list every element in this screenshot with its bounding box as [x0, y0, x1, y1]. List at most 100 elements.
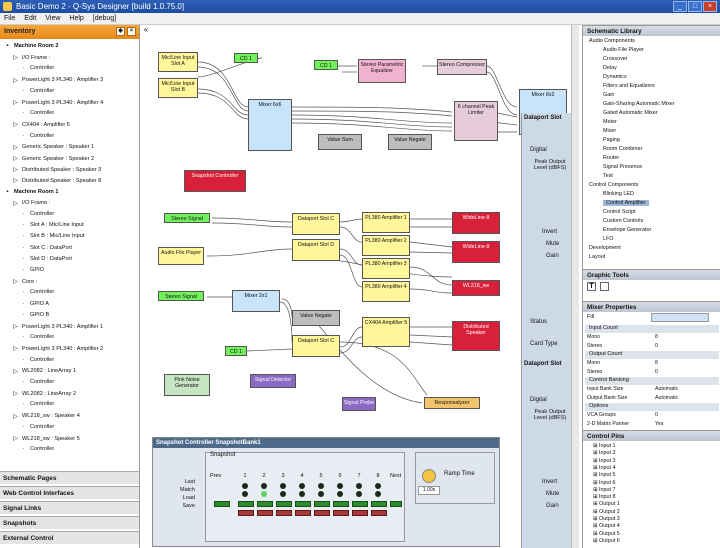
property-row[interactable]: Stereo 0	[587, 369, 719, 377]
mixer-6x6[interactable]: Mixer 6x6	[248, 99, 292, 151]
inventory-item[interactable]: ▪ Machine Room 2	[4, 43, 58, 49]
graphic-tools-header[interactable]: Graphic Tools	[583, 269, 720, 280]
library-item[interactable]: Audio Components	[589, 38, 635, 44]
inventory-item[interactable]: ▷ PowerLight 3 PL340 : Amplifier 4	[12, 99, 103, 107]
property-group-header[interactable]: Input Count	[585, 325, 719, 333]
inventory-item[interactable]: ▷ WL218_sw : Speaker 5	[12, 435, 80, 443]
inventory-item[interactable]: ▷ I/O Frame :	[12, 54, 50, 62]
control-pin-item[interactable]: ⊞ Output 5	[593, 531, 620, 537]
inventory-item[interactable]: ▷ PowerLight 3 PL340 : Amplifier 1	[12, 323, 103, 331]
dataport-slot-c[interactable]: Dataport Slot C	[292, 213, 340, 235]
control-pin-item[interactable]: ⊞ Input 1	[593, 443, 616, 449]
property-value[interactable]: 0	[655, 412, 658, 420]
pl380-amp-2[interactable]: PL380 Amplifier 2	[362, 235, 410, 256]
control-pin-item[interactable]: ⊞ Input 5	[593, 472, 616, 478]
control-pins-header[interactable]: Control Pins	[583, 430, 720, 441]
inventory-item[interactable]: · GPIO A	[20, 301, 49, 307]
library-item[interactable]: Paging	[603, 137, 620, 143]
property-value[interactable]: Automatic	[655, 395, 678, 403]
library-item[interactable]: Gain-Sharing Automatic Mixer	[603, 101, 675, 107]
control-pin-item[interactable]: ⊞ Input 7	[593, 487, 616, 493]
micline-input-b[interactable]: Mic/Line Input Slot B	[158, 78, 198, 98]
inventory-item[interactable]: ▷ Distributed Speaker : Speaker 3	[12, 166, 101, 174]
library-item[interactable]: Room Combiner	[603, 146, 642, 152]
snapshot-save-button[interactable]	[333, 510, 349, 516]
wideline-8-b[interactable]: WideLine-8	[452, 241, 500, 263]
snapshot-load-button[interactable]	[314, 501, 330, 507]
canvas-scrollbar[interactable]	[571, 25, 579, 548]
snapshot-save-button[interactable]	[295, 510, 311, 516]
section-web-control[interactable]: Web Control Interfaces	[0, 486, 139, 499]
dataport-slot-c-2[interactable]: Dataport Slot C	[292, 335, 340, 357]
inventory-item[interactable]: ▷ Distributed Speaker : Speaker 8	[12, 177, 101, 185]
cd1-block-c[interactable]: CD 1	[225, 346, 247, 356]
inventory-item[interactable]: ▷ PowerLight 3 PL340 : Amplifier 3	[12, 77, 103, 84]
library-item[interactable]: Filters and Equalizers	[603, 83, 655, 89]
stereo-compressor[interactable]: Stereo Compressor	[437, 59, 487, 75]
library-item[interactable]: Dynamics	[603, 74, 627, 80]
inventory-item[interactable]: ▪ Machine Room 1	[4, 189, 58, 195]
property-group-header[interactable]: Options	[585, 403, 719, 411]
inventory-item[interactable]: · GPIO B	[20, 312, 50, 318]
property-row[interactable]: Input Bank Size Automatic	[587, 386, 719, 394]
library-item[interactable]: Custom Controls	[603, 218, 643, 224]
inventory-item[interactable]: ▷ Core :	[12, 278, 37, 286]
menu-edit[interactable]: Edit	[24, 15, 36, 22]
library-item[interactable]: Router	[603, 155, 619, 161]
menu-view[interactable]: View	[45, 15, 60, 22]
collapse-left-icon[interactable]: «	[140, 25, 152, 35]
control-pin-item[interactable]: ⊞ Input 4	[593, 465, 616, 471]
inventory-item[interactable]: · Slot A : Mic/Line Input	[20, 222, 84, 228]
property-value[interactable]: Yes	[655, 421, 663, 429]
inventory-item[interactable]: ▷ WL2082 : LineArray 2	[12, 390, 76, 398]
pl380-amp-3[interactable]: PL380 Amplifier 3	[362, 258, 410, 279]
property-row[interactable]: Mono 8	[587, 334, 719, 342]
inventory-item[interactable]: · Controller	[20, 110, 55, 116]
cx404-amp-5[interactable]: CX404 Amplifier 5	[362, 317, 410, 347]
inventory-item[interactable]: · GPIO	[20, 267, 45, 273]
control-pin-item[interactable]: ⊞ Output 2	[593, 509, 620, 515]
next-load-button[interactable]	[390, 501, 402, 507]
inventory-item[interactable]: ▷ WL2082 : LineArray 1	[12, 368, 76, 375]
maximize-button[interactable]: □	[688, 1, 702, 12]
library-item[interactable]: Audio File Player	[603, 47, 644, 53]
library-item[interactable]: Meter	[603, 119, 617, 125]
snapshot-controller[interactable]: Snapshot Controller	[184, 170, 246, 192]
inventory-item[interactable]: · Controller	[20, 211, 55, 217]
responsalyzer[interactable]: Responsalyzer	[424, 397, 480, 409]
menu-help[interactable]: Help	[69, 15, 83, 22]
value-negate[interactable]: Value Negate	[388, 134, 432, 150]
ramp-knob[interactable]	[422, 469, 436, 483]
control-pin-item[interactable]: ⊞ Input 3	[593, 458, 616, 464]
inventory-item[interactable]: · Controller	[20, 133, 55, 139]
pin-icon[interactable]: ◆	[116, 27, 125, 36]
property-row[interactable]: VCA Groups 0	[587, 412, 719, 420]
library-header[interactable]: Schematic Library	[583, 25, 720, 36]
property-value[interactable]: Automatic	[655, 386, 678, 394]
library-item[interactable]: Gain	[603, 92, 614, 98]
library-item[interactable]: Development	[589, 245, 621, 251]
section-snapshots[interactable]: Snapshots	[0, 516, 139, 529]
dataport-slot-d[interactable]: Dataport Slot D	[292, 239, 340, 261]
property-group-header[interactable]: Control Banking	[585, 377, 719, 385]
ramp-time-value[interactable]: 1.00s	[418, 486, 440, 495]
inventory-item[interactable]: · Controller	[20, 334, 55, 340]
pl380-amp-4[interactable]: PL380 Amplifier 4	[362, 281, 410, 302]
control-pin-item[interactable]: ⊞ Input 8	[593, 494, 616, 500]
micline-input-a[interactable]: Mic/Line Input Slot A	[158, 52, 198, 72]
control-pin-item[interactable]: ⊞ Output 1	[593, 501, 620, 507]
property-value[interactable]: 0	[655, 343, 658, 351]
signal-detector[interactable]: Signal Detector	[250, 374, 296, 388]
signal-probe[interactable]: Signal Probe	[342, 397, 376, 411]
snapshot-save-button[interactable]	[257, 510, 273, 516]
pl380-amp-1[interactable]: PL380 Amplifier 1	[362, 212, 410, 233]
menu-file[interactable]: File	[4, 15, 15, 22]
library-item[interactable]: Layout	[589, 254, 605, 260]
close-icon[interactable]: ×	[127, 27, 136, 36]
library-item[interactable]: Envelope Generator	[603, 227, 651, 233]
close-button[interactable]: ×	[703, 1, 717, 12]
inventory-item[interactable]: ▷ WL218_sw : Speaker 4	[12, 413, 80, 420]
property-row[interactable]: Stereo 0	[587, 343, 719, 351]
menu-debug[interactable]: [debug]	[93, 15, 116, 22]
stereo-signal-b[interactable]: Stereo Signal	[158, 291, 204, 301]
